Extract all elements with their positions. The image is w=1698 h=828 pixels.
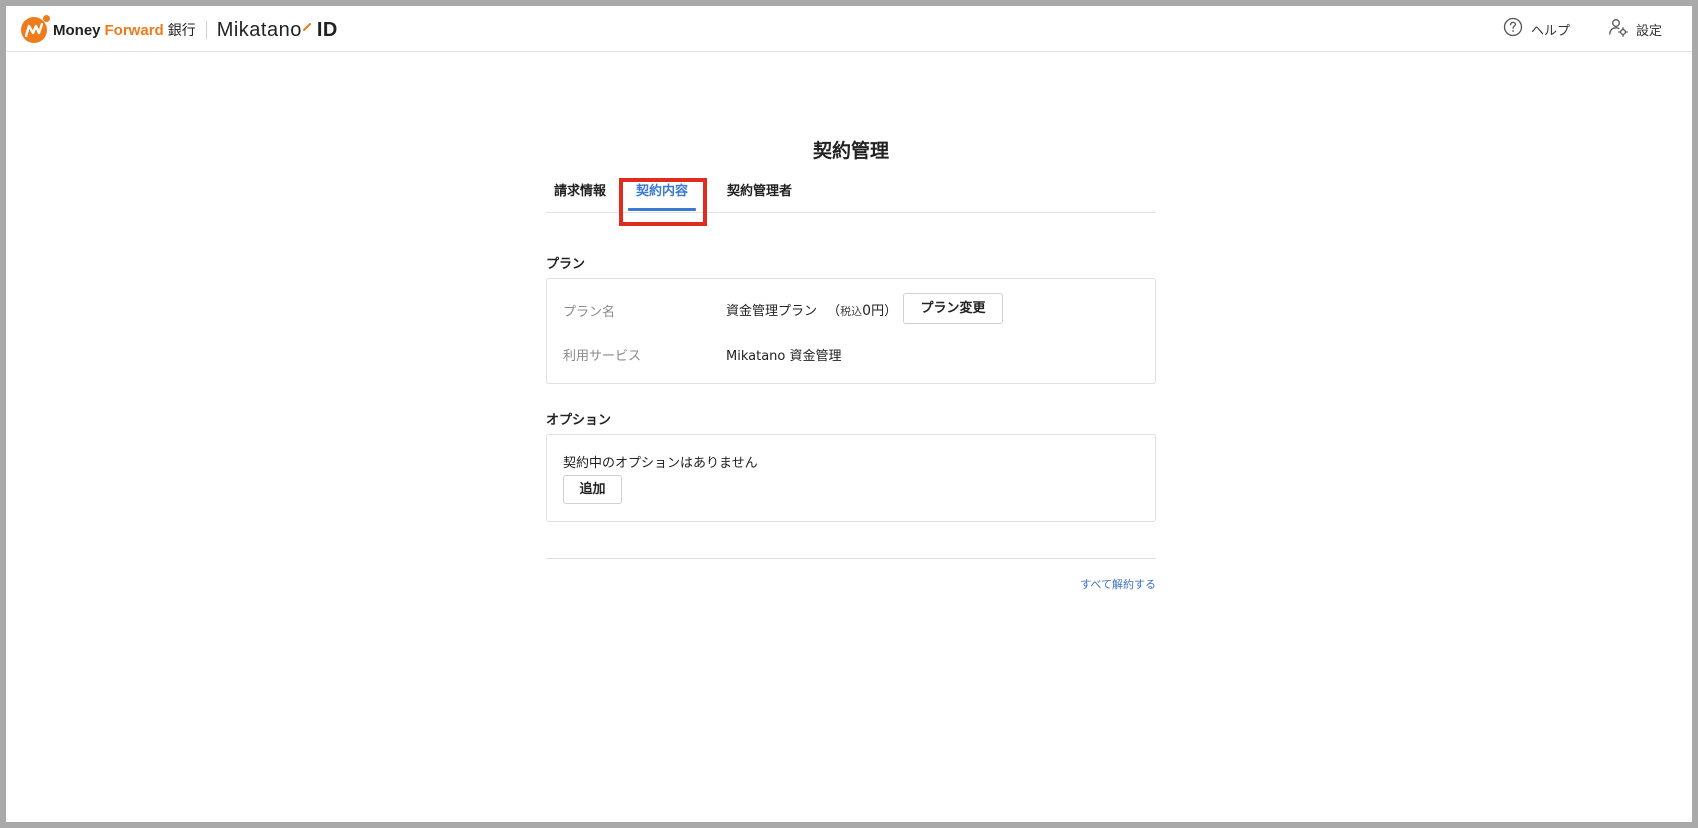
plan-name-value: 資金管理プラン （税込0円） <box>726 300 897 319</box>
cancel-all-link[interactable]: すべて解約する <box>1080 576 1156 592</box>
option-section-heading: オプション <box>546 413 612 428</box>
service-label: 利用サービス <box>563 349 642 364</box>
header-actions: ヘルプ 設定 <box>1465 6 1662 52</box>
option-empty-message: 契約中のオプションはありません <box>563 456 758 471</box>
plan-name-text: 資金管理プラン <box>726 304 818 319</box>
top-header: Money Forward 銀行 Mikatano ID ヘルプ 設定 <box>6 6 1692 52</box>
plan-name-label: プラン名 <box>563 305 616 320</box>
brand-forward-text: Forward <box>104 21 164 39</box>
money-forward-logo-icon <box>21 15 50 43</box>
brand-logo[interactable]: Money Forward 銀行 Mikatano ID <box>21 15 338 43</box>
brand-id-text: ID <box>316 18 338 41</box>
change-plan-button[interactable]: プラン変更 <box>903 293 1003 324</box>
plan-section-heading: プラン <box>546 257 586 272</box>
brand-separator <box>205 21 207 39</box>
section-divider <box>546 558 1156 559</box>
help-label: ヘルプ <box>1530 23 1570 39</box>
add-option-button[interactable]: 追加 <box>563 475 622 504</box>
service-value: Mikatano 資金管理 <box>726 349 842 364</box>
brand-product-name: Mikatano <box>216 18 302 41</box>
plan-price-value: 0 <box>862 303 872 319</box>
brand-money-text: Money <box>53 21 101 39</box>
settings-link[interactable]: 設定 <box>1608 17 1662 41</box>
help-link[interactable]: ヘルプ <box>1503 17 1570 41</box>
option-card: 契約中のオプションはありません 追加 <box>546 434 1156 522</box>
highlight-annotation-box <box>619 178 707 226</box>
brand-tick-icon <box>302 16 311 35</box>
settings-label: 設定 <box>1635 23 1662 39</box>
user-settings-icon <box>1608 17 1636 41</box>
app-window: Money Forward 銀行 Mikatano ID ヘルプ 設定 契約管理… <box>6 6 1692 822</box>
plan-price-paren: （ <box>827 304 841 319</box>
brand-bank-text: 銀行 <box>167 23 196 39</box>
tab-contract-admin[interactable]: 契約管理者 <box>727 177 792 213</box>
plan-card: プラン名 資金管理プラン （税込0円） プラン変更 利用サービス Mikatan… <box>546 278 1156 384</box>
tab-billing-info[interactable]: 請求情報 <box>554 177 606 213</box>
help-icon <box>1503 17 1531 41</box>
page-title: 契約管理 <box>812 140 889 162</box>
plan-tax-label: 税込 <box>840 305 863 318</box>
plan-price-unit: 円） <box>871 304 898 319</box>
